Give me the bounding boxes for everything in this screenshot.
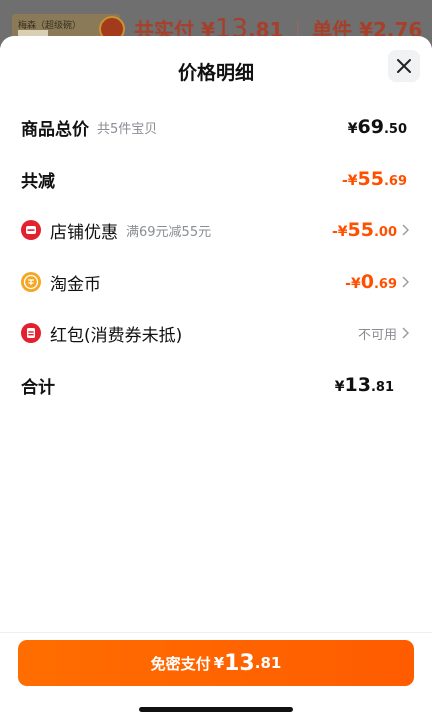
- row-total-discount: 共减 -¥55.69: [0, 164, 432, 194]
- total-discount-price: -¥55.69: [342, 168, 407, 190]
- pay-button-currency: ¥: [213, 654, 225, 672]
- close-button[interactable]: [388, 50, 420, 82]
- taojinbi-price: -¥0.69: [345, 271, 397, 293]
- pay-button-int: 13: [224, 650, 255, 676]
- total-goods-int: 69: [357, 116, 384, 138]
- pay-button-label: 免密支付: [150, 654, 211, 673]
- total-discount-dec: .69: [383, 174, 407, 189]
- chevron-right-icon: [402, 327, 409, 339]
- chevron-right-icon: [402, 224, 409, 236]
- store-discount-rule: 满69元减55元: [126, 224, 212, 240]
- total-goods-count: 共5件宝贝: [97, 121, 158, 137]
- grand-total-dec: .81: [370, 380, 394, 395]
- total-discount-int: 55: [357, 168, 384, 190]
- taojinbi-label: 淘金币: [50, 274, 101, 295]
- grand-total-label: 合计: [21, 377, 55, 398]
- home-indicator: [139, 707, 293, 712]
- total-goods-dec: .50: [383, 122, 407, 137]
- row-red-packet[interactable]: 红包(消费券未抵) 不可用: [0, 318, 432, 348]
- grand-total-int: 13: [344, 374, 371, 396]
- sheet-title: 价格明细: [177, 62, 254, 84]
- total-goods-currency: ¥: [347, 121, 358, 137]
- row-store-discount[interactable]: 店铺优惠 满69元减55元 -¥55.00: [0, 215, 432, 245]
- red-packet-status: 不可用: [357, 327, 397, 343]
- pay-button-dec: .81: [254, 654, 282, 672]
- grand-total-price: ¥13.81: [335, 374, 394, 396]
- password-free-pay-button[interactable]: 免密支付 ¥13.81: [18, 640, 414, 686]
- store-discount-label: 店铺优惠: [50, 222, 118, 243]
- red-packet-label: 红包(消费券未抵): [50, 325, 183, 346]
- close-icon: [397, 59, 411, 73]
- total-discount-currency: -¥: [341, 173, 358, 189]
- grand-total-currency: ¥: [334, 379, 345, 395]
- store-discount-currency: -¥: [331, 224, 348, 240]
- taojinbi-int: 0: [360, 271, 374, 293]
- price-detail-sheet: 价格明细 商品总价 共5件宝贝 ¥69.50 共减 -¥55.69 店铺优惠 满…: [0, 36, 432, 720]
- store-discount-int: 55: [347, 219, 374, 241]
- total-discount-label: 共减: [21, 171, 55, 192]
- coin-icon: [21, 272, 41, 292]
- taojinbi-dec: .69: [373, 277, 397, 292]
- chevron-right-icon: [402, 276, 409, 288]
- row-grand-total: 合计 ¥13.81: [0, 370, 432, 400]
- taojinbi-currency: -¥: [345, 276, 361, 292]
- bottom-divider: [0, 632, 432, 633]
- row-total-goods: 商品总价 共5件宝贝 ¥69.50: [0, 112, 432, 142]
- row-taojinbi[interactable]: 淘金币 -¥0.69: [0, 267, 432, 297]
- total-goods-price: ¥69.50: [348, 116, 407, 138]
- store-discount-dec: .00: [373, 225, 397, 240]
- total-goods-label: 商品总价: [21, 119, 89, 140]
- store-icon: [21, 220, 41, 240]
- red-packet-icon: [21, 323, 41, 343]
- store-discount-price: -¥55.00: [332, 219, 397, 241]
